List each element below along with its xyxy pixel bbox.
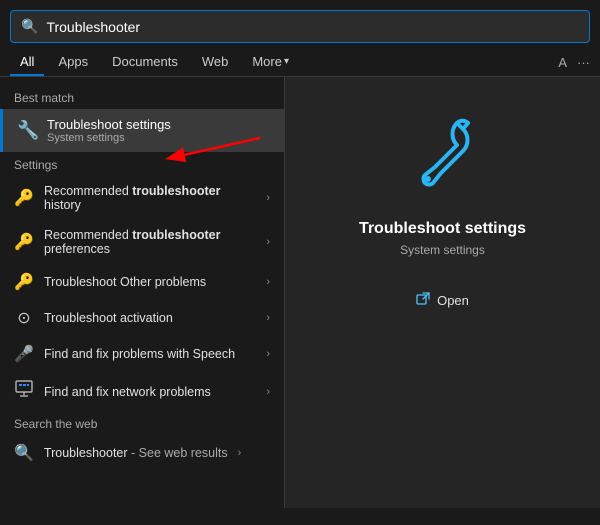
settings-item-text: Troubleshoot Other problems [44, 275, 256, 289]
settings-section-label: Settings [0, 152, 284, 176]
settings-item-text: Recommended troubleshooter preferences [44, 228, 256, 256]
font-size-toggle[interactable]: A [558, 55, 567, 70]
tab-all[interactable]: All [10, 49, 44, 76]
right-panel-title: Troubleshoot settings [359, 220, 526, 238]
key-icon: 🔑 [14, 272, 34, 292]
network-icon [14, 380, 34, 403]
mic-icon: 🎤 [14, 344, 34, 364]
more-options-icon[interactable]: ··· [577, 55, 590, 70]
right-icon [403, 117, 483, 202]
open-label: Open [437, 293, 469, 308]
nav-tabs: All Apps Documents Web More ▾ A ··· [0, 43, 600, 77]
list-item[interactable]: ⊙ Troubleshoot activation › [0, 300, 284, 336]
left-panel: Best match 🔧 Troubleshoot settings Syste… [0, 77, 285, 508]
best-match-title: Troubleshoot settings [47, 117, 171, 132]
chevron-right-icon: › [266, 386, 270, 398]
tab-apps[interactable]: Apps [48, 49, 98, 76]
tab-more[interactable]: More ▾ [242, 49, 299, 76]
list-item[interactable]: 🔑 Recommended troubleshooter preferences… [0, 220, 284, 264]
main-content: Best match 🔧 Troubleshoot settings Syste… [0, 77, 600, 508]
chevron-right-icon: › [266, 192, 270, 204]
search-icon: 🔍 [21, 18, 38, 35]
search-bar[interactable]: 🔍 [10, 10, 590, 43]
chevron-right-icon: › [266, 348, 270, 360]
settings-item-text: Troubleshoot activation [44, 311, 256, 325]
search-input[interactable] [46, 19, 579, 35]
best-match-label: Best match [0, 85, 284, 109]
open-button[interactable]: Open [406, 287, 479, 314]
right-panel: Troubleshoot settings System settings Op… [285, 77, 600, 508]
open-icon [416, 292, 430, 309]
wrench-icon: 🔧 [17, 120, 37, 141]
circle-check-icon: ⊙ [14, 308, 34, 328]
tab-web[interactable]: Web [192, 49, 239, 76]
tab-documents[interactable]: Documents [102, 49, 188, 76]
search-web-text: Troubleshooter - See web results [44, 446, 228, 460]
best-match-subtitle: System settings [47, 132, 171, 144]
settings-item-text: Find and fix network problems [44, 385, 256, 399]
key-icon: 🔑 [14, 232, 34, 252]
best-match-text: Troubleshoot settings System settings [47, 117, 171, 144]
chevron-right-icon: › [266, 236, 270, 248]
chevron-right-icon: › [266, 276, 270, 288]
nav-right: A ··· [558, 55, 590, 70]
list-item[interactable]: 🎤 Find and fix problems with Speech › [0, 336, 284, 372]
search-web-icon: 🔍 [14, 443, 34, 463]
list-item[interactable]: 🔑 Recommended troubleshooter history › [0, 176, 284, 220]
chevron-down-icon: ▾ [284, 56, 289, 67]
list-item[interactable]: Find and fix network problems › [0, 372, 284, 411]
settings-item-text: Recommended troubleshooter history [44, 184, 256, 212]
chevron-right-icon: › [266, 312, 270, 324]
search-web-label: Search the web [0, 411, 284, 435]
list-item[interactable]: 🔑 Troubleshoot Other problems › [0, 264, 284, 300]
web-search-item[interactable]: 🔍 Troubleshooter - See web results › [0, 435, 284, 471]
best-match-item[interactable]: 🔧 Troubleshoot settings System settings [0, 109, 284, 152]
chevron-right-icon: › [238, 447, 242, 459]
key-icon: 🔑 [14, 188, 34, 208]
right-panel-subtitle: System settings [400, 243, 485, 257]
settings-item-text: Find and fix problems with Speech [44, 347, 256, 361]
